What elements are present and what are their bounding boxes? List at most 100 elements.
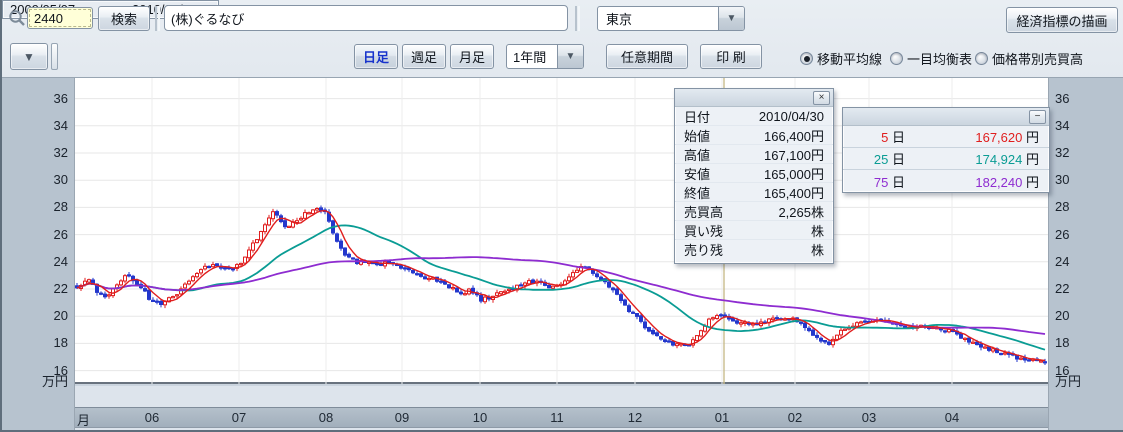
radio-icon[interactable]: [890, 52, 903, 65]
ma-legend-row: 25 日174,924 円: [843, 148, 1049, 170]
ma-period: 75 日: [853, 172, 905, 191]
range-select-value: 1年間: [507, 47, 557, 66]
chevron-down-icon: ▼: [23, 50, 35, 64]
quote-row: 売買高 2,265株: [675, 202, 833, 221]
quote-rows: 日付 2010/04/30 始値 166,400円高値 167,100円安値 165,00…: [675, 107, 833, 259]
radio-label: 移動平均線: [817, 49, 882, 68]
y-axis-unit-label: 万円: [1055, 371, 1081, 390]
quote-label: 始値: [684, 126, 710, 145]
ma-period: 25 日: [853, 149, 905, 168]
ma-legend-row: 75 日182,240 円: [843, 170, 1049, 192]
ma-legend-header[interactable]: −: [843, 108, 1049, 126]
quote-value: 166,400円: [764, 126, 824, 145]
ma-period: 5 日: [853, 127, 905, 146]
y-axis-label: 20: [1055, 308, 1069, 323]
tab-週足[interactable]: 週足: [402, 44, 446, 69]
quote-value: 165,000円: [764, 164, 824, 183]
range-select[interactable]: 1年間 ▼: [506, 44, 584, 69]
y-axis-label: 30: [1055, 172, 1069, 187]
quote-value: 167,100円: [764, 145, 824, 164]
quote-value: 2010/04/30: [759, 109, 824, 124]
magnifier-icon: [8, 9, 26, 27]
chevron-down-icon[interactable]: ▼: [718, 7, 744, 30]
y-axis-label: 20: [2, 308, 68, 323]
radio-価格帯別売買高[interactable]: 価格帯別売買高: [975, 49, 1083, 68]
quote-value: 165,400円: [764, 183, 824, 202]
stock-code-input[interactable]: 2440: [27, 7, 93, 29]
close-icon[interactable]: ×: [813, 91, 830, 105]
x-axis-month-label: 09: [380, 410, 424, 425]
x-axis-month-label: 月: [77, 410, 121, 429]
quote-row: 日付 2010/04/30: [675, 107, 833, 126]
ma-legend-panel[interactable]: − 5 日167,620 円25 日174,924 円75 日182,240 円: [842, 107, 1050, 193]
stock-chart-window: 2440 検索 (株)ぐるなび 東京 ▼ 経済指標の描画 ▼ 1年間 ▼ 任意期…: [0, 0, 1123, 432]
quote-panel-header[interactable]: ×: [675, 89, 833, 107]
quote-label: 日付: [684, 107, 710, 126]
tab-月足[interactable]: 月足: [450, 44, 494, 69]
draw-economic-indicator-button[interactable]: 経済指標の描画: [1006, 7, 1118, 33]
y-axis-label: 34: [2, 118, 68, 133]
quote-row: 安値 165,000円: [675, 164, 833, 183]
y-axis-unit-label: 万円: [2, 371, 68, 390]
print-button[interactable]: 印 刷: [700, 44, 762, 69]
y-axis-label: 30: [2, 172, 68, 187]
quote-value: 株: [811, 240, 824, 259]
radio-一目均衡表[interactable]: 一目均衡表: [890, 49, 972, 68]
y-axis-label: 28: [1055, 199, 1069, 214]
quote-panel[interactable]: × 日付 2010/04/30 始値 166,400円高値 167,100円安値 165,…: [674, 88, 834, 264]
quote-value: 株: [811, 221, 824, 240]
quote-label: 売り残: [684, 240, 723, 259]
y-axis-label: 36: [2, 91, 68, 106]
radio-icon[interactable]: [800, 52, 813, 65]
radio-移動平均線[interactable]: 移動平均線: [800, 49, 882, 68]
y-axis-label: 18: [2, 335, 68, 350]
stock-name-input[interactable]: (株)ぐるなび: [164, 5, 568, 31]
radio-icon[interactable]: [975, 52, 988, 65]
exchange-select[interactable]: 東京 ▼: [597, 6, 745, 31]
toolbar-grip: [51, 43, 58, 70]
quote-row: 始値 166,400円: [675, 126, 833, 145]
y-axis-label: 36: [1055, 91, 1069, 106]
chevron-down-icon[interactable]: ▼: [557, 45, 583, 68]
toolbar-separator: [155, 6, 160, 31]
y-axis-label: 34: [1055, 118, 1069, 133]
quote-label: 安値: [684, 164, 710, 183]
radio-label: 一目均衡表: [907, 49, 972, 68]
x-axis-month-label: 12: [613, 410, 657, 425]
toolbar-separator: [575, 6, 580, 31]
quote-row: 終値 165,400円: [675, 183, 833, 202]
ma-value: 167,620 円: [905, 127, 1039, 146]
x-axis-month-label: 02: [773, 410, 817, 425]
x-axis-month-label: 10: [458, 410, 502, 425]
y-axis-label: 32: [2, 145, 68, 160]
x-axis-month-label: 01: [700, 410, 744, 425]
quote-row: 買い残株: [675, 221, 833, 240]
y-axis-label: 24: [1055, 254, 1069, 269]
quote-label: 終値: [684, 183, 710, 202]
y-axis-label: 24: [2, 254, 68, 269]
x-axis-month-label: 08: [304, 410, 348, 425]
quote-label: 高値: [684, 145, 710, 164]
y-axis-label: 22: [1055, 281, 1069, 296]
exchange-select-value: 東京: [598, 9, 718, 28]
y-axis-label: 18: [1055, 335, 1069, 350]
custom-period-button[interactable]: 任意期間: [606, 44, 688, 69]
ma-legend-row: 5 日167,620 円: [843, 126, 1049, 148]
x-axis-month-label: 07: [217, 410, 261, 425]
quote-row: 売り残 株: [675, 240, 833, 259]
x-axis-month-label: 11: [535, 410, 579, 425]
expand-panel-button[interactable]: ▼: [10, 43, 48, 70]
quote-row: 高値 167,100円: [675, 145, 833, 164]
x-axis-month-label: 06: [130, 410, 174, 425]
y-axis-label: 28: [2, 199, 68, 214]
quote-label: 売買高: [684, 202, 723, 221]
y-axis-label: 26: [2, 227, 68, 242]
y-axis-label: 32: [1055, 145, 1069, 160]
x-axis-month-label: 04: [930, 410, 974, 425]
minimize-icon[interactable]: −: [1029, 110, 1046, 124]
quote-value: 2,265株: [778, 202, 824, 221]
radio-label: 価格帯別売買高: [992, 49, 1083, 68]
y-axis-label: 26: [1055, 227, 1069, 242]
search-button[interactable]: 検索: [98, 6, 150, 31]
tab-日足[interactable]: 日足: [354, 44, 398, 69]
